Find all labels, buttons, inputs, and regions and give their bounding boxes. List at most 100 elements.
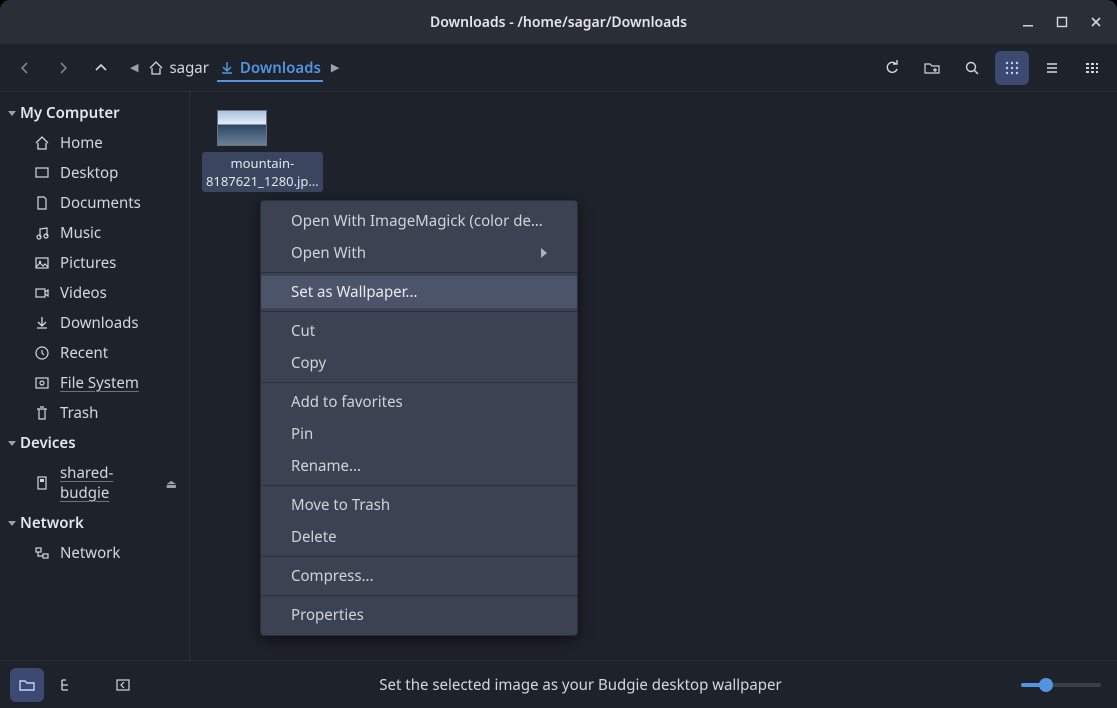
maximize-button[interactable] (1047, 7, 1077, 37)
download-icon (34, 315, 50, 331)
ctx-set-wallpaper[interactable]: Set as Wallpaper... (261, 276, 577, 308)
desktop-icon (34, 165, 50, 181)
sidebar-header-devices[interactable]: Devices (0, 428, 189, 458)
sidebar-item-label: File System (60, 373, 181, 393)
sidebar-item-trash[interactable]: Trash (0, 398, 189, 428)
download-icon (219, 60, 235, 76)
ctx-delete[interactable]: Delete (261, 521, 577, 553)
toolbar: ◀ sagar Downloads ▶ (0, 44, 1117, 92)
show-tree-button[interactable] (50, 668, 84, 702)
sidebar-item-label: shared-budgie (60, 463, 156, 503)
sidebar-item-network[interactable]: Network (0, 538, 189, 568)
chevron-down-icon (8, 441, 16, 446)
titlebar[interactable]: Downloads - /home/sagar/Downloads (0, 0, 1117, 44)
ctx-rename[interactable]: Rename... (261, 450, 577, 482)
file-item[interactable]: mountain-8187621_1280.jp… (202, 110, 282, 192)
sidebar-header-label: Devices (20, 433, 76, 453)
new-folder-button[interactable] (915, 51, 949, 85)
file-name: mountain-8187621_1280.jp… (202, 152, 323, 192)
sidebar-item-label: Pictures (60, 253, 181, 273)
ctx-separator (261, 382, 577, 383)
ctx-compress[interactable]: Compress... (261, 560, 577, 592)
sidebar-item-desktop[interactable]: Desktop (0, 158, 189, 188)
sidebar-item-music[interactable]: Music (0, 218, 189, 248)
ctx-separator (261, 556, 577, 557)
content-pane[interactable]: mountain-8187621_1280.jp… Open With Imag… (190, 92, 1117, 660)
ctx-pin[interactable]: Pin (261, 418, 577, 450)
document-icon (34, 195, 50, 211)
pictures-icon (34, 255, 50, 271)
sidebar-item-pictures[interactable]: Pictures (0, 248, 189, 278)
music-icon (34, 225, 50, 241)
pathbar: ◀ sagar Downloads ▶ (128, 54, 873, 82)
ctx-copy[interactable]: Copy (261, 347, 577, 379)
sidebar-item-videos[interactable]: Videos (0, 278, 189, 308)
window-title: Downloads - /home/sagar/Downloads (430, 13, 687, 32)
sidebar-header-computer[interactable]: My Computer (0, 98, 189, 128)
icon-view-button[interactable] (995, 51, 1029, 85)
sidebar-item-filesystem[interactable]: File System (0, 368, 189, 398)
chevron-down-icon (8, 111, 16, 116)
show-places-button[interactable] (10, 668, 44, 702)
ctx-separator (261, 485, 577, 486)
chevron-down-icon (8, 521, 16, 526)
sidebar: My Computer Home Desktop Documents Music… (0, 92, 190, 660)
sidebar-item-shared-budgie[interactable]: shared-budgie ⏏ (0, 458, 189, 508)
search-button[interactable] (955, 51, 989, 85)
statusbar: Set the selected image as your Budgie de… (0, 660, 1117, 708)
sidebar-header-label: My Computer (20, 103, 120, 123)
ctx-separator (261, 272, 577, 273)
usb-icon (34, 475, 50, 491)
list-view-button[interactable] (1035, 51, 1069, 85)
sidebar-header-label: Network (20, 513, 84, 533)
zoom-slider[interactable] (1021, 683, 1101, 687)
sidebar-item-label: Videos (60, 283, 181, 303)
breadcrumb-parent-label: sagar (169, 58, 208, 78)
sidebar-header-network[interactable]: Network (0, 508, 189, 538)
breadcrumb-current-label: Downloads (240, 58, 321, 78)
ctx-move-trash[interactable]: Move to Trash (261, 489, 577, 521)
ctx-cut[interactable]: Cut (261, 315, 577, 347)
sidebar-item-label: Recent (60, 343, 181, 363)
back-button[interactable] (8, 51, 42, 85)
network-icon (34, 545, 50, 561)
home-icon (148, 60, 164, 76)
disk-icon (34, 375, 50, 391)
video-icon (34, 285, 50, 301)
sidebar-item-recent[interactable]: Recent (0, 338, 189, 368)
chevron-right-icon (541, 248, 547, 258)
close-button[interactable] (1081, 7, 1111, 37)
hide-sidebar-button[interactable] (106, 668, 140, 702)
home-icon (34, 135, 50, 151)
path-next-caret[interactable]: ▶ (329, 60, 341, 75)
file-thumbnail (217, 110, 267, 146)
ctx-add-favorites[interactable]: Add to favorites (261, 386, 577, 418)
minimize-button[interactable] (1013, 7, 1043, 37)
sidebar-item-downloads[interactable]: Downloads (0, 308, 189, 338)
recent-icon (34, 345, 50, 361)
ctx-properties[interactable]: Properties (261, 599, 577, 631)
compact-view-button[interactable] (1075, 51, 1109, 85)
sidebar-item-label: Network (60, 543, 181, 563)
titlebar-controls (1013, 0, 1111, 44)
forward-button[interactable] (46, 51, 80, 85)
ctx-open-with-imagemagick[interactable]: Open With ImageMagick (color depth=… (261, 205, 577, 237)
sidebar-item-documents[interactable]: Documents (0, 188, 189, 218)
sidebar-item-label: Home (60, 133, 181, 153)
breadcrumb-current[interactable]: Downloads (217, 54, 323, 82)
eject-icon[interactable]: ⏏ (166, 475, 177, 492)
ctx-separator (261, 595, 577, 596)
sidebar-item-label: Desktop (60, 163, 181, 183)
path-prev-caret[interactable]: ◀ (128, 60, 140, 75)
trash-icon (34, 405, 50, 421)
ctx-open-with[interactable]: Open With (261, 237, 577, 269)
toolbar-right (873, 51, 1111, 85)
file-manager-window: Downloads - /home/sagar/Downloads ◀ (0, 0, 1117, 708)
sidebar-item-label: Trash (60, 403, 181, 423)
up-button[interactable] (84, 51, 118, 85)
body: My Computer Home Desktop Documents Music… (0, 92, 1117, 660)
sidebar-item-label: Downloads (60, 313, 181, 333)
breadcrumb-parent[interactable]: sagar (146, 54, 210, 82)
refresh-button[interactable] (875, 51, 909, 85)
sidebar-item-home[interactable]: Home (0, 128, 189, 158)
